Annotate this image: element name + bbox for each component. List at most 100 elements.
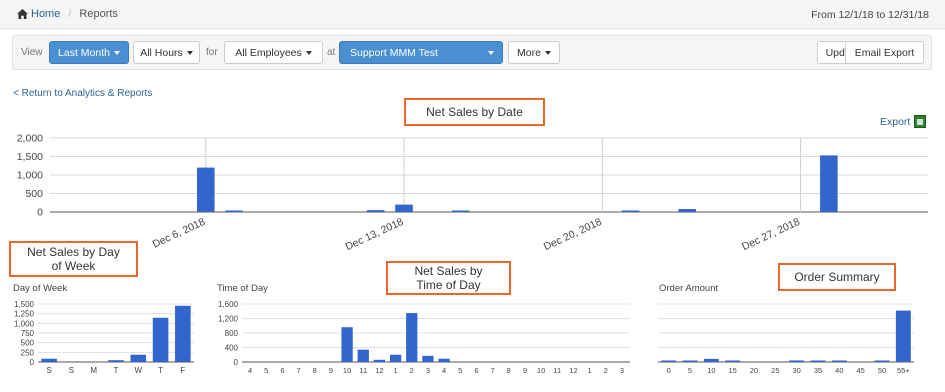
x-tick-label: 10 [343,366,351,375]
bar [678,209,697,212]
bar [438,358,450,362]
chevron-down-icon [186,50,193,55]
x-tick-label: 4 [248,366,252,375]
x-tick-label: 1 [587,366,591,375]
y-tick-label: 1,500 [17,151,43,163]
bar [874,360,890,362]
employees-value: All Employees [235,46,302,59]
period-value: Last Month [58,46,110,59]
bar [451,210,470,212]
day-of-week-chart: 02505007501,0001,2501,500 S S M T W T F [14,300,194,375]
bar [196,167,215,212]
bar [175,305,191,362]
hours-value: All Hours [140,46,183,59]
y-tick-label: 0 [234,358,239,367]
x-tick-label: F [180,366,185,375]
hours-dropdown[interactable]: All Hours [133,41,200,64]
y-tick-label: 500 [21,339,35,348]
x-tick-label: 3 [620,366,624,375]
bar [373,359,386,362]
x-tick-label: 45 [856,366,864,375]
x-tick-label: 50 [878,366,886,375]
period-dropdown[interactable]: Last Month [49,41,129,64]
bar [703,358,719,362]
bar [810,360,826,362]
x-tick-label: T [158,366,163,375]
callout-net-sales-by-date: Net Sales by Date [404,98,545,126]
email-export-button[interactable]: Email Export [845,41,924,64]
bar [366,210,385,212]
x-tick-label: 9 [329,366,333,375]
breadcrumb-separator: / [68,8,72,20]
bar [820,155,838,212]
x-tick-label: 5 [688,366,692,375]
x-tick-label: 25 [771,366,779,375]
bar [725,360,741,362]
bar [621,210,640,212]
date-range: From 12/1/18 to 12/31/18 [811,9,929,21]
y-tick-label: 800 [225,329,239,338]
more-label: More [517,46,541,59]
at-label: at [327,47,336,58]
breadcrumb-bar: Home / Reports From 12/1/18 to 12/31/18 [0,0,945,29]
x-tick-label: 40 [835,366,843,375]
y-tick-label: 1,000 [17,170,43,182]
filter-toolbar: View Last Month All Hours for All Employ… [12,35,932,70]
x-tick-label: 10 [707,366,715,375]
callout-net-sales-by-tod: Net Sales by Time of Day [386,261,511,295]
bar [831,360,847,362]
x-tick-label: 55+ [897,366,910,375]
x-tick-label: 0 [667,366,671,375]
x-tick-label: 7 [490,366,494,375]
bar [406,313,418,362]
more-button[interactable]: More [508,41,560,64]
email-export-label: Email Export [854,46,915,59]
order-amount-chart: 0 5 10 15 20 25 30 35 40 45 50 55+ [658,303,914,375]
y-tick-label: 2,000 [17,133,43,145]
x-tick-label: 6 [474,366,478,375]
y-tick-label: 1,500 [14,300,35,309]
home-label[interactable]: Home [31,8,60,20]
x-tick-label: 9 [523,366,527,375]
location-select[interactable]: Support MMM Test [339,41,503,64]
time-of-day-chart: 04008001,2001,6004 5 6 7 8 9 10 11 12 1 2 3 4 5 6 7 8 9 10… [218,300,630,375]
tod-section-label: Time of Day [217,283,268,294]
for-label: for [206,47,218,58]
x-tick-label: 30 [792,366,800,375]
breadcrumb: Home / Reports [17,8,118,20]
view-label: View [21,47,43,58]
chevron-down-icon [113,50,120,55]
x-tick-label: M [90,366,97,375]
y-tick-label: 1,250 [14,310,35,319]
chevron-down-icon [488,50,494,55]
order-section-label: Order Amount [659,283,719,294]
x-tick-label: Dec 6, 2018 [151,216,208,251]
bar [895,310,911,362]
chevron-down-icon [305,50,312,55]
y-tick-label: 0 [30,358,35,367]
bar [682,360,698,362]
chevron-down-icon [544,50,551,55]
employees-dropdown[interactable]: All Employees [224,41,323,64]
x-tick-label: 4 [442,366,446,375]
x-tick-label: 35 [814,366,822,375]
home-link[interactable]: Home [17,8,60,20]
x-tick-label: 11 [553,366,561,375]
y-tick-label: 400 [225,344,239,353]
x-tick-label: W [135,366,143,375]
x-tick-label: Dec 27, 2018 [740,216,802,253]
x-tick-label: Dec 20, 2018 [542,216,604,253]
y-tick-label: 1,600 [218,300,239,309]
x-tick-label: 10 [537,366,545,375]
bar [357,349,369,362]
callout-order-summary: Order Summary [778,263,896,291]
bar [395,204,413,212]
location-value: Support MMM Test [350,46,438,59]
return-link[interactable]: < Return to Analytics & Reports [13,88,152,99]
bar [130,354,147,362]
x-tick-label: T [114,366,119,375]
x-tick-label: 15 [728,366,736,375]
x-tick-label: 11 [359,366,367,375]
bar [225,210,243,212]
x-tick-label: S [69,366,74,375]
